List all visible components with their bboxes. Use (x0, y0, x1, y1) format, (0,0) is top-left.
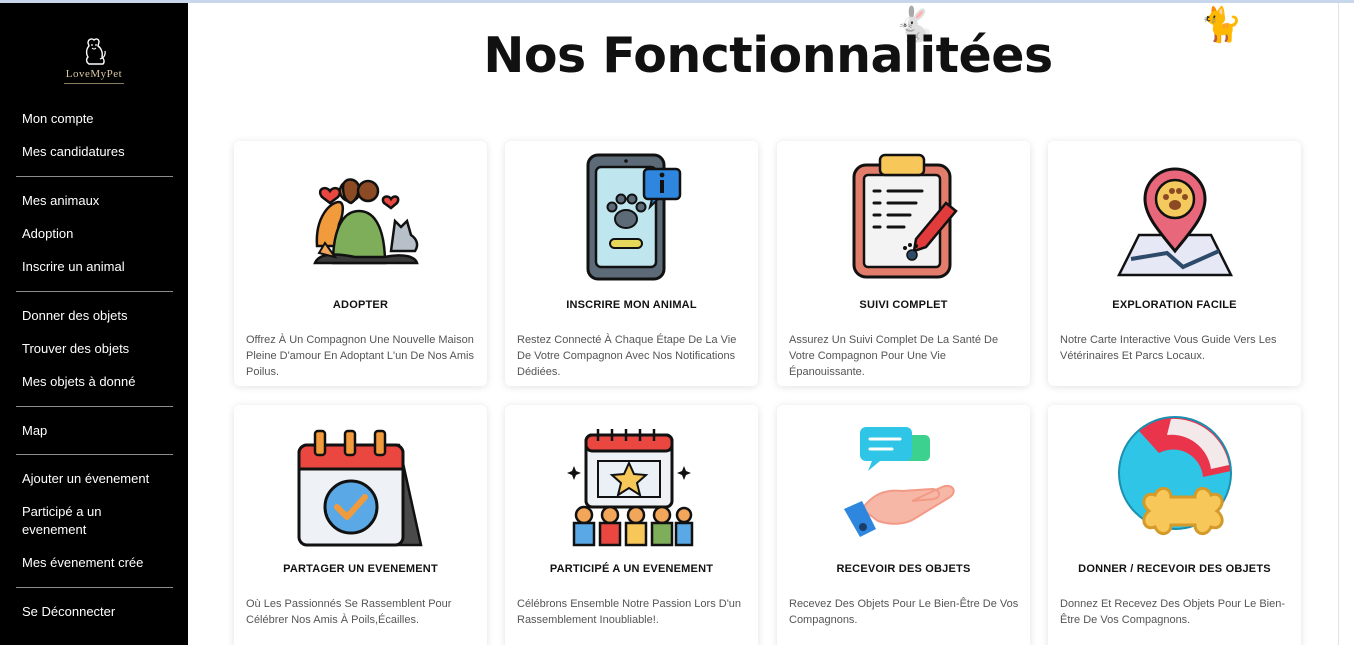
sidebar-divider (16, 587, 173, 588)
feature-card-participe-evenement[interactable]: PARTICIPÉ A UN EVENEMENT Célébrons Ensem… (505, 405, 758, 645)
sidebar-item-ajouter-evenement[interactable]: Ajouter un évenement (22, 470, 149, 488)
card-title: RECEVOIR DES OBJETS (836, 563, 971, 575)
sidebar-item-adoption[interactable]: Adoption (22, 225, 73, 243)
logo-text: LoveMyPet (65, 68, 123, 80)
sidebar-item-inscrire-animal[interactable]: Inscrire un animal (22, 258, 125, 276)
sidebar-item-mes-animaux[interactable]: Mes animaux (22, 192, 99, 210)
card-description: Restez Connecté À Chaque Étape De La Vie… (517, 334, 737, 378)
phone-paw-notification-icon (566, 151, 698, 283)
feature-card-donner-recevoir[interactable]: DONNER / RECEVOIR DES OBJETS Donnez Et R… (1048, 405, 1301, 645)
logo-underline (64, 83, 124, 84)
sidebar-item-mes-evenement[interactable]: Mes évenement crée (22, 554, 143, 572)
card-description: Donnez Et Recevez Des Objets Pour Le Bie… (1060, 598, 1286, 626)
window-scrollbar-track[interactable] (1338, 3, 1354, 645)
sidebar-divider (16, 454, 173, 455)
page-title: Nos Fonctionnalitées (483, 27, 1053, 84)
main-content: 🐇 🐈 Nos Fonctionnalitées ADOPTER Offrez … (188, 3, 1338, 645)
card-description: Recevez Des Objets Pour Le Bien-Être De … (789, 598, 1019, 626)
card-description: Où Les Passionnés Se Rassemblent Pour Cé… (246, 598, 452, 626)
ball-bone-icon (1109, 415, 1241, 547)
logo[interactable]: LoveMyPet (56, 37, 132, 87)
card-title: INSCRIRE MON ANIMAL (566, 299, 697, 311)
event-crowd-star-icon (566, 415, 698, 547)
card-description: Notre Carte Interactive Vous Guide Vers … (1060, 334, 1277, 362)
sidebar-item-map[interactable]: Map (22, 422, 47, 440)
hand-receive-chat-icon (838, 415, 970, 547)
card-description: Assurez Un Suivi Complet De La Santé De … (789, 334, 999, 378)
sidebar: LoveMyPet Mon compte Mes candidatures Me… (0, 3, 188, 645)
card-description: Célébrons Ensemble Notre Passion Lors D'… (517, 598, 742, 626)
calendar-check-icon (295, 415, 427, 547)
card-title: ADOPTER (332, 299, 389, 311)
adopt-couple-pets-icon (295, 151, 427, 283)
sidebar-item-participe-evenement[interactable]: Participé a un evenement (22, 503, 132, 539)
card-title: EXPLORATION FACILE (1112, 299, 1237, 311)
sidebar-divider (16, 176, 173, 177)
sidebar-item-mon-compte[interactable]: Mon compte (22, 110, 94, 128)
sidebar-item-deconnecter[interactable]: Se Déconnecter (22, 603, 115, 621)
sidebar-item-mes-objets[interactable]: Mes objets à donné (22, 373, 135, 391)
sidebar-divider (16, 406, 173, 407)
card-title: PARTAGER UN EVENEMENT (283, 563, 438, 575)
feature-card-partager-evenement[interactable]: PARTAGER UN EVENEMENT Où Les Passionnés … (234, 405, 487, 645)
sidebar-item-trouver-objets[interactable]: Trouver des objets (22, 340, 129, 358)
card-title: SUIVI COMPLET (859, 299, 948, 311)
sidebar-item-mes-candidatures[interactable]: Mes candidatures (22, 143, 125, 161)
feature-card-exploration[interactable]: EXPLORATION FACILE Notre Carte Interacti… (1048, 141, 1301, 386)
feature-card-recevoir-objets[interactable]: RECEVOIR DES OBJETS Recevez Des Objets P… (777, 405, 1030, 645)
clipboard-health-icon (838, 151, 970, 283)
card-title: PARTICIPÉ A UN EVENEMENT (549, 563, 714, 575)
window-top-border (0, 0, 1354, 3)
dog-logo-icon (85, 38, 106, 65)
card-description: Offrez À Un Compagnon Une Nouvelle Maiso… (246, 334, 474, 378)
feature-card-suivi-complet[interactable]: SUIVI COMPLET Assurez Un Suivi Complet D… (777, 141, 1030, 386)
map-pin-paw-icon (1109, 151, 1241, 283)
feature-card-inscrire-animal[interactable]: INSCRIRE MON ANIMAL Restez Connecté À Ch… (505, 141, 758, 386)
feature-card-adopter[interactable]: ADOPTER Offrez À Un Compagnon Une Nouvel… (234, 141, 487, 386)
sidebar-divider (16, 291, 173, 292)
sidebar-item-donner-objets[interactable]: Donner des objets (22, 307, 128, 325)
card-title: DONNER / RECEVOIR DES OBJETS (1078, 563, 1271, 575)
